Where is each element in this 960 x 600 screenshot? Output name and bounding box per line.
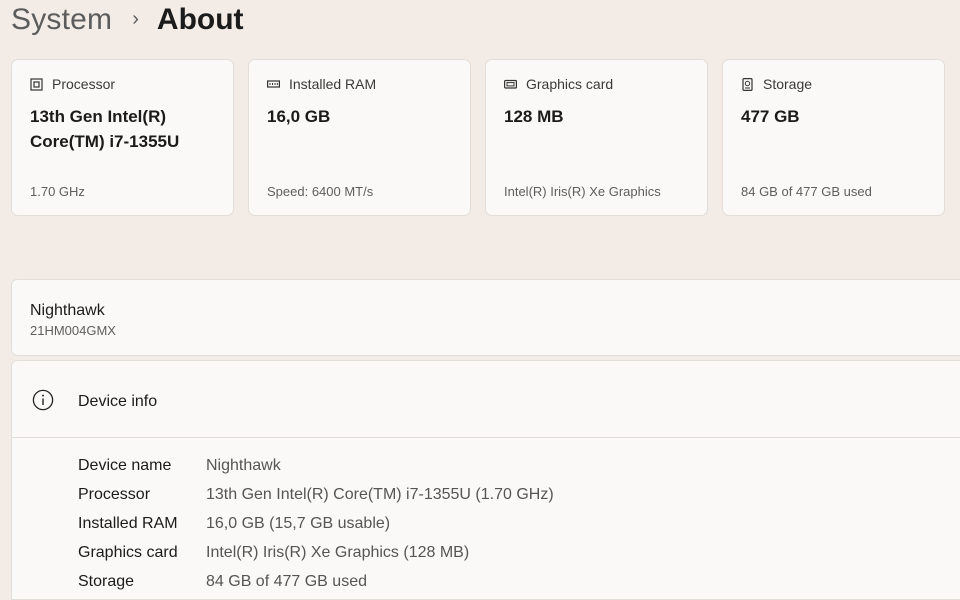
card-header: Storage: [741, 76, 812, 92]
device-info-header[interactable]: Device info: [12, 361, 960, 438]
card-value: 477 GB: [741, 107, 800, 126]
spec-row-device-name: Device name Nighthawk: [78, 451, 554, 480]
ram-icon: [267, 78, 280, 91]
spec-value: Nighthawk: [206, 456, 281, 474]
breadcrumb-system-link[interactable]: System: [11, 3, 112, 37]
page-title: About: [156, 3, 244, 36]
spec-label: Processor: [78, 485, 151, 503]
card-header: Installed RAM: [267, 76, 376, 92]
card-subtitle: Intel(R) Iris(R) Xe Graphics: [504, 184, 661, 199]
device-info-title: Device info: [78, 393, 158, 410]
spec-row-graphics-card: Graphics card Intel(R) Iris(R) Xe Graphi…: [78, 538, 554, 567]
card-value: 13th Gen Intel(R) Core(TM) i7-1355U: [30, 107, 180, 151]
card-subtitle: Speed: 6400 MT/s: [267, 184, 374, 199]
spec-label: Device name: [78, 456, 172, 474]
card-installed-ram: Installed RAM 16,0 GB Speed: 6400 MT/s: [248, 59, 471, 216]
spec-label: Graphics card: [78, 543, 178, 561]
spec-value: Intel(R) Iris(R) Xe Graphics (128 MB): [206, 543, 470, 561]
card-header: Processor: [30, 76, 115, 92]
device-summary[interactable]: Nighthawk 21HM004GMX: [11, 279, 960, 356]
spec-value: 84 GB of 477 GB used: [206, 572, 367, 590]
card-graphics-card: Graphics card 128 MB Intel(R) Iris(R) Xe…: [485, 59, 708, 216]
card-subtitle: 1.70 GHz: [30, 184, 85, 199]
card-value: 16,0 GB: [267, 107, 331, 126]
card-title: Storage: [763, 76, 813, 92]
spec-cards: Processor 13th Gen Intel(R) Core(TM) i7-…: [11, 59, 945, 216]
card-value: 128 MB: [504, 107, 564, 126]
device-specs-list: Device name Nighthawk Processor 13th Gen…: [78, 451, 554, 596]
spec-row-installed-ram: Installed RAM 16,0 GB (15,7 GB usable): [78, 509, 554, 538]
device-info-section: Device info Device name Nighthawk Proces…: [11, 360, 960, 600]
info-icon: [32, 389, 54, 411]
breadcrumb: System › About: [11, 0, 244, 40]
device-name: Nighthawk: [30, 302, 105, 319]
spec-label: Storage: [78, 572, 135, 590]
spec-label: Installed RAM: [78, 514, 178, 532]
storage-icon: [741, 77, 754, 91]
card-header: Graphics card: [504, 76, 613, 92]
processor-icon: [30, 77, 43, 91]
device-model: 21HM004GMX: [30, 323, 116, 338]
card-title: Installed RAM: [289, 76, 377, 92]
card-subtitle: 84 GB of 477 GB used: [741, 184, 872, 199]
card-title: Processor: [52, 76, 116, 92]
card-title: Graphics card: [526, 76, 614, 92]
spec-row-storage: Storage 84 GB of 477 GB used: [78, 567, 554, 596]
spec-row-processor: Processor 13th Gen Intel(R) Core(TM) i7-…: [78, 480, 554, 509]
spec-value: 16,0 GB (15,7 GB usable): [206, 514, 391, 532]
chevron-right-icon: ›: [132, 7, 139, 30]
card-processor: Processor 13th Gen Intel(R) Core(TM) i7-…: [11, 59, 234, 216]
graphics-card-icon: [504, 78, 517, 91]
spec-value: 13th Gen Intel(R) Core(TM) i7-1355U (1.7…: [206, 485, 554, 503]
card-storage: Storage 477 GB 84 GB of 477 GB used: [722, 59, 945, 216]
